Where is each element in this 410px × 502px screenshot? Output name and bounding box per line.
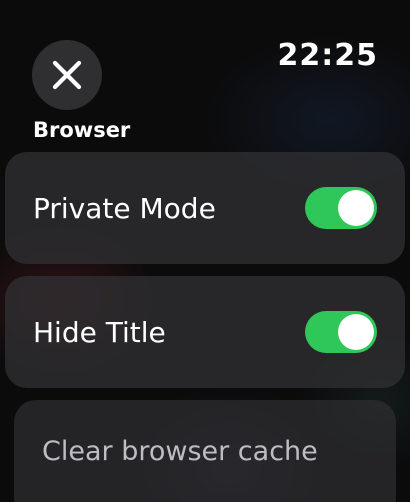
hide-title-toggle[interactable] — [305, 311, 377, 353]
clear-cache-button[interactable]: Clear browser cache — [14, 400, 396, 502]
private-mode-toggle[interactable] — [305, 187, 377, 229]
clear-cache-label: Clear browser cache — [42, 436, 318, 467]
status-time: 22:25 — [277, 38, 378, 73]
toggle-knob — [338, 190, 374, 226]
close-icon — [52, 60, 82, 90]
hide-title-label: Hide Title — [33, 315, 166, 349]
close-button[interactable] — [32, 40, 102, 110]
private-mode-row[interactable]: Private Mode — [5, 152, 405, 264]
hide-title-row[interactable]: Hide Title — [5, 276, 405, 388]
toggle-knob — [338, 314, 374, 350]
private-mode-label: Private Mode — [33, 191, 216, 225]
section-title: Browser — [33, 118, 131, 142]
